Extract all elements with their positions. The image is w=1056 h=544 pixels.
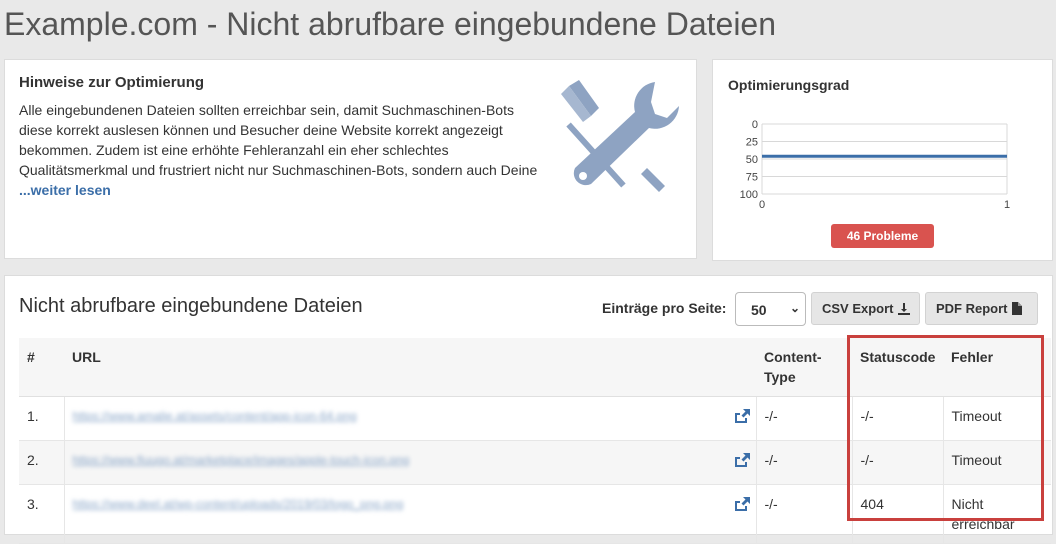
y-tick-label: 50 bbox=[746, 154, 758, 166]
external-link-icon[interactable] bbox=[734, 453, 750, 467]
download-icon bbox=[897, 303, 910, 315]
column-header-url[interactable]: URL bbox=[64, 338, 756, 397]
x-tick-label: 0 bbox=[759, 199, 765, 211]
content-type-cell: -/- bbox=[755, 396, 852, 441]
file-url-link[interactable]: https://www.fiuugo.at/marketplace/images… bbox=[73, 450, 693, 470]
csv-export-button[interactable]: CSV Export bbox=[811, 292, 920, 325]
row-number: 1. bbox=[19, 396, 64, 441]
external-link-icon[interactable] bbox=[734, 497, 750, 511]
external-link-icon[interactable] bbox=[734, 409, 750, 423]
url-cell: https://www.amalie.at/assets/content/app… bbox=[63, 396, 756, 441]
chevron-down-icon: ⌄ bbox=[789, 301, 800, 315]
page-title: Example.com - Nicht abrufbare eingebunde… bbox=[4, 6, 777, 42]
y-tick-label: 25 bbox=[746, 137, 758, 149]
y-tick-label: 75 bbox=[746, 172, 758, 184]
content-type-cell: -/- bbox=[755, 440, 852, 485]
pdf-report-label: PDF Report bbox=[936, 301, 1008, 316]
status-cell: -/- bbox=[851, 396, 943, 441]
column-header-content-type[interactable]: Content-Type bbox=[756, 338, 852, 397]
status-cell: 404 bbox=[851, 484, 943, 544]
error-cell: Nicht erreichbar bbox=[942, 484, 1051, 544]
list-title: Nicht abrufbare eingebundene Dateien bbox=[19, 295, 363, 317]
hints-text: Alle eingebundenen Dateien sollten errei… bbox=[19, 100, 539, 200]
file-url-link[interactable]: https://www.deel.at/wp-content/uploads/2… bbox=[73, 494, 693, 514]
column-header-statuscode[interactable]: Statuscode bbox=[852, 338, 943, 397]
problems-badge: 46 Probleme bbox=[831, 224, 934, 248]
optimization-hints-panel: Hinweise zur Optimierung Alle eingebunde… bbox=[4, 59, 697, 259]
hints-title: Hinweise zur Optimierung bbox=[19, 74, 205, 91]
unreachable-files-panel: Nicht abrufbare eingebundene Dateien Ein… bbox=[4, 275, 1053, 544]
entries-per-page-select[interactable]: 50 ⌄ bbox=[735, 292, 806, 326]
file-icon bbox=[1011, 302, 1022, 315]
file-url-link[interactable]: https://www.amalie.at/assets/content/app… bbox=[73, 406, 693, 426]
column-header-error[interactable]: Fehler bbox=[943, 338, 1051, 397]
url-cell: https://www.fiuugo.at/marketplace/images… bbox=[63, 440, 756, 485]
entries-per-page-label: Einträge pro Seite: bbox=[602, 300, 727, 316]
error-cell: Timeout bbox=[942, 440, 1051, 485]
error-cell: Timeout bbox=[942, 396, 1051, 441]
content-type-cell: -/- bbox=[755, 484, 852, 544]
tools-icon bbox=[561, 80, 679, 192]
optimization-degree-panel: Optimierungsgrad 0 25 50 75 100 0 1 46 Problem… bbox=[712, 59, 1053, 261]
column-header-number[interactable]: # bbox=[19, 338, 64, 397]
y-tick-label: 100 bbox=[740, 189, 758, 201]
row-number: 3. bbox=[19, 484, 64, 544]
table-row: 3. https://www.deel.at/wp-content/upload… bbox=[19, 484, 1051, 544]
read-more-link[interactable]: ...weiter lesen bbox=[19, 182, 111, 198]
optimization-chart: 02550751000 1 bbox=[740, 119, 1010, 211]
table-row: 2. https://www.fiuugo.at/marketplace/ima… bbox=[19, 440, 1051, 485]
status-cell: -/- bbox=[851, 440, 943, 485]
entries-per-page-value: 50 bbox=[751, 302, 767, 318]
table-header-row: # URL Content-Type Statuscode Fehler bbox=[19, 338, 1051, 397]
x-tick-label: 1 bbox=[1004, 199, 1010, 211]
y-tick-label: 0 bbox=[752, 119, 758, 131]
hints-body: Alle eingebundenen Dateien sollten errei… bbox=[19, 102, 538, 178]
url-cell: https://www.deel.at/wp-content/uploads/2… bbox=[63, 484, 756, 544]
csv-export-label: CSV Export bbox=[822, 301, 894, 316]
row-number: 2. bbox=[19, 440, 64, 485]
pdf-report-button[interactable]: PDF Report bbox=[925, 292, 1038, 325]
table-row: 1. https://www.amalie.at/assets/content/… bbox=[19, 396, 1051, 441]
files-table: # URL Content-Type Statuscode Fehler 1. … bbox=[19, 338, 1051, 544]
